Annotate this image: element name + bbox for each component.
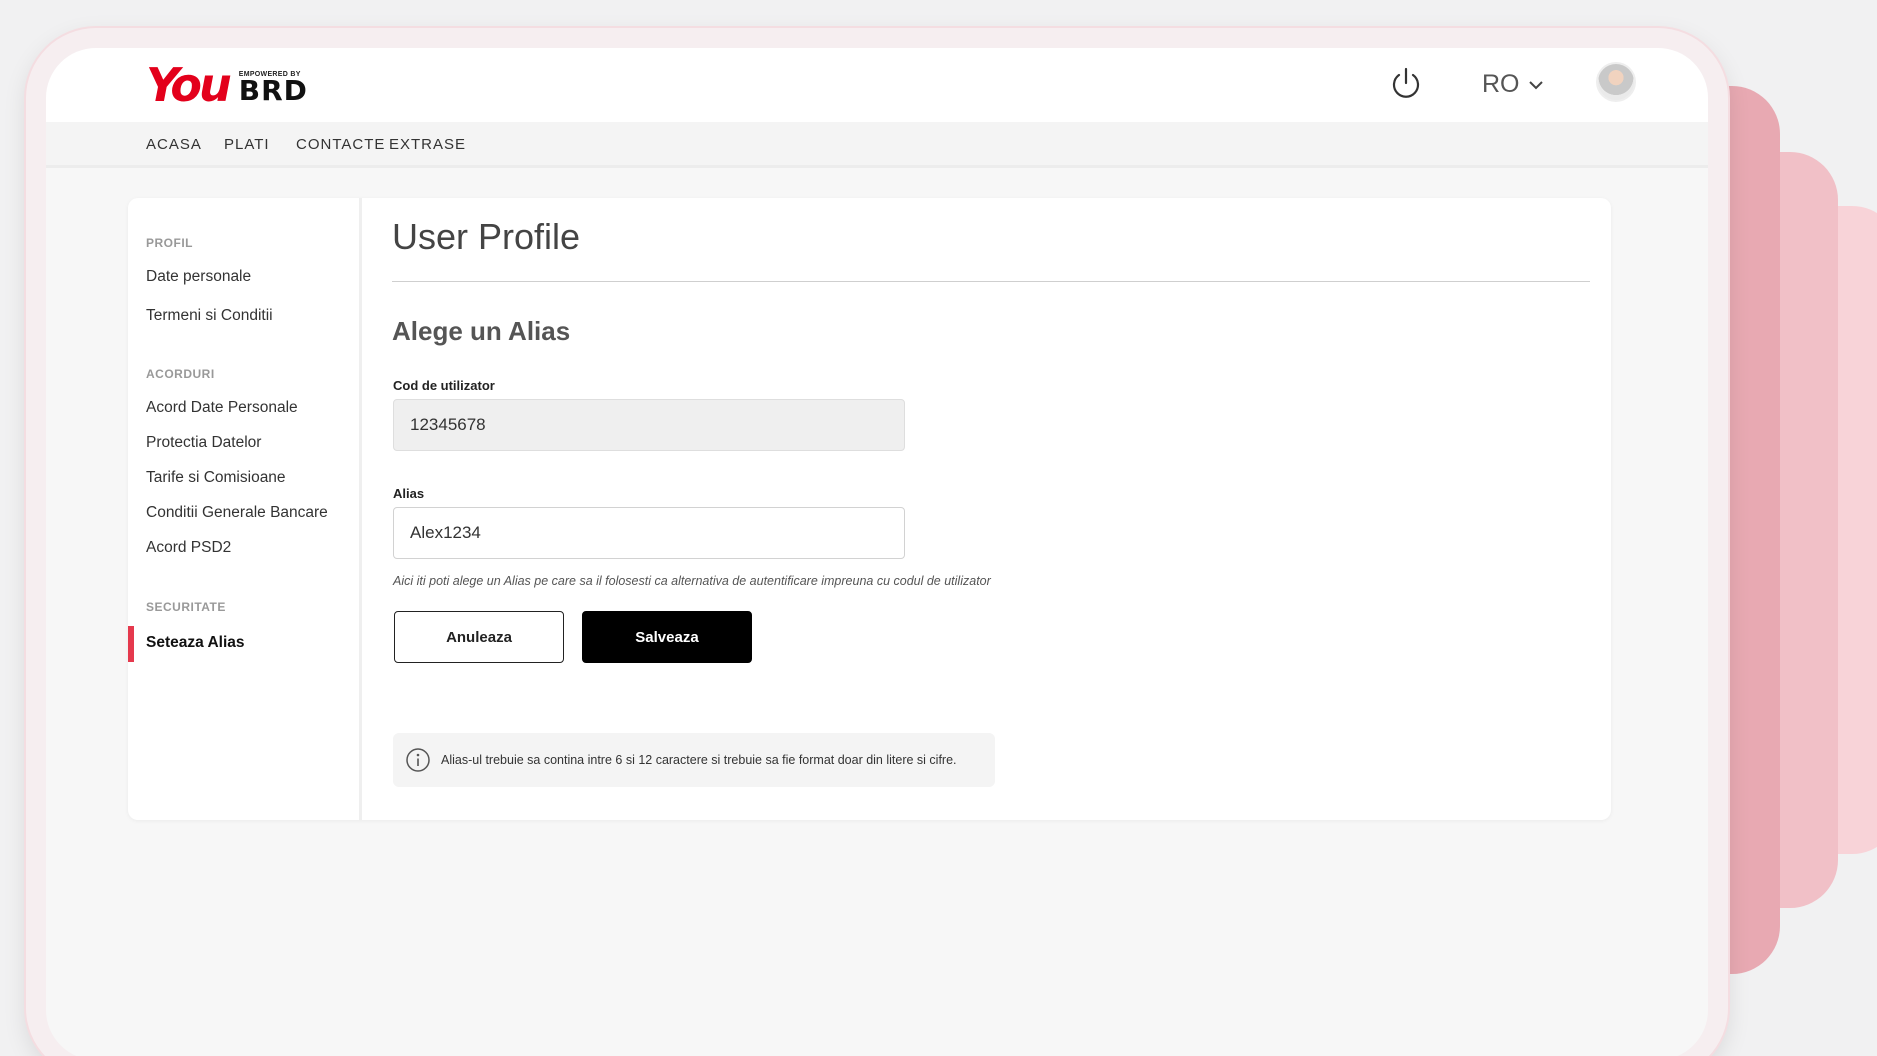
logout-button[interactable] <box>1388 66 1424 102</box>
info-text: Alias-ul trebuie sa contina intre 6 si 1… <box>441 753 957 767</box>
profile-content: User Profile Alege un Alias Cod de utili… <box>392 198 1611 820</box>
chevron-down-icon <box>1528 80 1543 89</box>
logo-brd-block: EMPOWERED BY BRD <box>239 71 308 110</box>
top-header: You EMPOWERED BY BRD RO <box>46 48 1708 122</box>
avatar[interactable] <box>1596 62 1636 102</box>
sidebar-item-seteaza-alias[interactable]: Seteaza Alias <box>146 634 245 652</box>
user-code-label: Cod de utilizator <box>393 378 495 393</box>
nav-item-contacte[interactable]: CONTACTE <box>296 136 385 153</box>
user-code-field: 12345678 <box>393 399 905 451</box>
section-title: Alege un Alias <box>392 316 571 346</box>
app-screen: You EMPOWERED BY BRD RO ACASA PLATI CONT… <box>46 48 1708 1056</box>
logo-you-text: You <box>146 58 232 112</box>
sidebar-item-date-personale[interactable]: Date personale <box>146 268 251 286</box>
active-indicator <box>128 626 134 662</box>
sidebar-item-acord-date[interactable]: Acord Date Personale <box>146 399 298 417</box>
cancel-button[interactable]: Anuleaza <box>394 611 564 663</box>
nav-item-extrase[interactable]: EXTRASE <box>389 136 466 153</box>
page-title: User Profile <box>392 216 581 257</box>
sidebar-item-conditii[interactable]: Conditii Generale Bancare <box>146 504 328 522</box>
brand-logo[interactable]: You EMPOWERED BY BRD <box>146 60 308 110</box>
sidebar-section-acorduri: ACORDURI <box>146 367 215 381</box>
tablet-frame: You EMPOWERED BY BRD RO ACASA PLATI CONT… <box>26 28 1728 1056</box>
sidebar-item-termeni[interactable]: Termeni si Conditii <box>146 307 273 325</box>
main-nav: ACASA PLATI CONTACTE EXTRASE <box>46 122 1708 168</box>
info-icon <box>406 748 430 772</box>
sidebar-item-tarife[interactable]: Tarife si Comisioane <box>146 469 286 487</box>
language-value: RO <box>1482 70 1520 98</box>
language-selector[interactable]: RO <box>1482 70 1544 99</box>
sidebar-section-profil: PROFIL <box>146 236 193 250</box>
profile-card: PROFIL Date personale Termeni si Conditi… <box>128 198 1611 820</box>
save-button[interactable]: Salveaza <box>582 611 752 663</box>
profile-sidebar: PROFIL Date personale Termeni si Conditi… <box>128 198 362 820</box>
alias-hint: Aici iti poti alege un Alias pe care sa … <box>393 574 991 588</box>
nav-item-plati[interactable]: PLATI <box>224 136 270 153</box>
alias-input[interactable]: Alex1234 <box>393 507 905 559</box>
power-icon <box>1392 67 1420 98</box>
alias-label: Alias <box>393 486 425 501</box>
sidebar-item-protectia-datelor[interactable]: Protectia Datelor <box>146 434 261 452</box>
logo-brd-text: BRD <box>238 74 308 107</box>
nav-item-acasa[interactable]: ACASA <box>146 136 202 153</box>
sidebar-section-securitate: SECURITATE <box>146 600 226 614</box>
sidebar-item-acord-psd2[interactable]: Acord PSD2 <box>146 539 231 557</box>
title-divider <box>392 281 1590 282</box>
info-notice: Alias-ul trebuie sa contina intre 6 si 1… <box>393 733 995 787</box>
